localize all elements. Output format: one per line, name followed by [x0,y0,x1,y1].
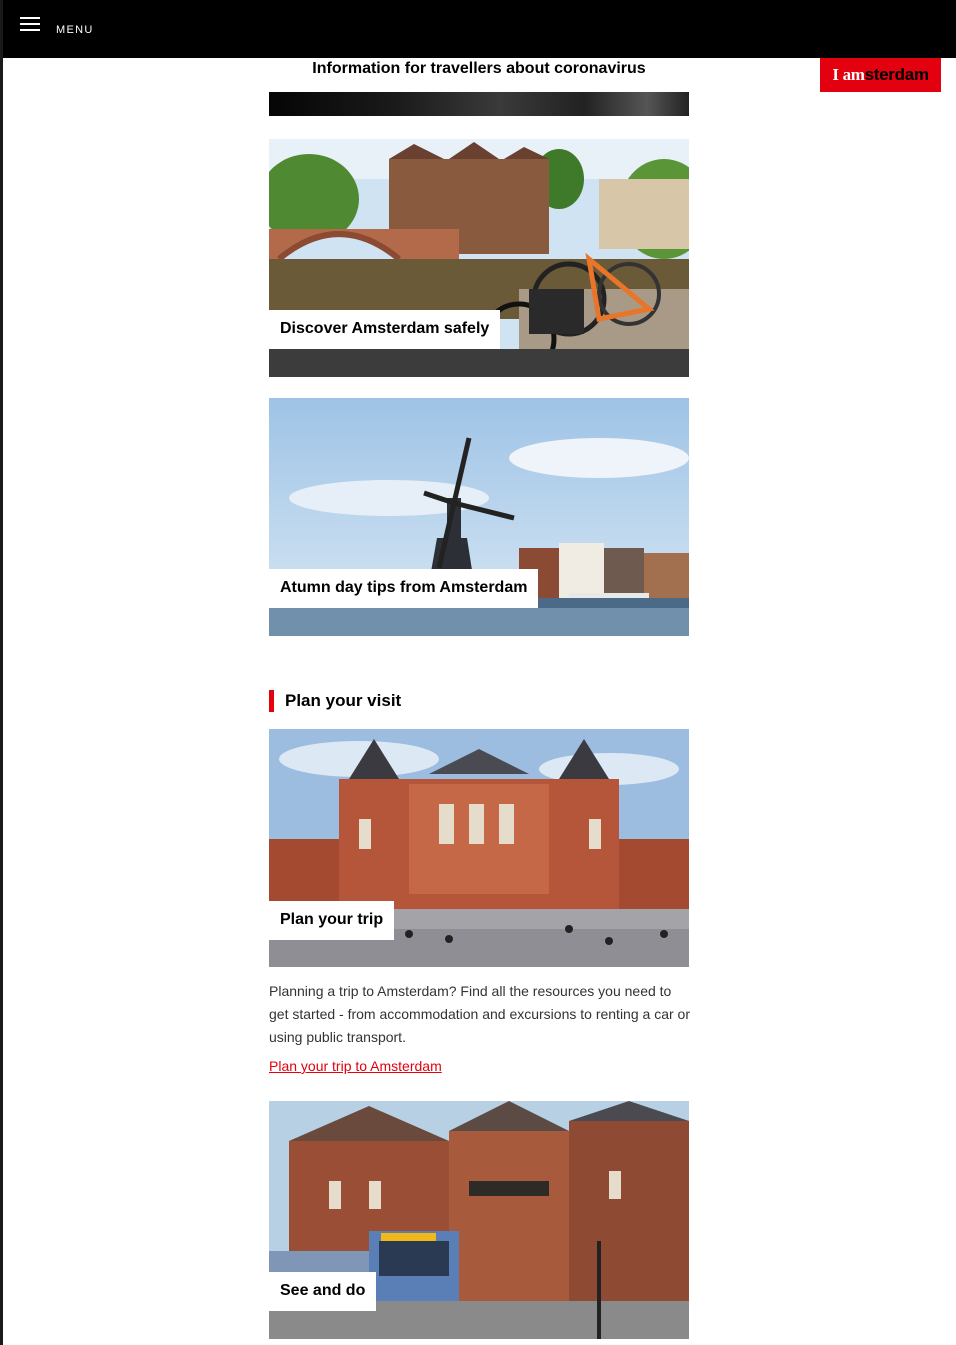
coronavirus-notice[interactable]: Information for travellers about coronav… [269,60,689,78]
logo-suffix: sterdam [864,65,929,84]
plan-trip-link[interactable]: Plan your trip to Amsterdam [269,1058,442,1074]
card-label: Plan your trip [269,901,395,940]
section-title-plan-your-visit: Plan your visit [269,690,401,712]
card-plan-your-trip[interactable]: Plan your trip [269,729,689,967]
plan-trip-description: Planning a trip to Amsterdam? Find all t… [269,983,690,1045]
card-autumn-day-tips[interactable]: Atumn day tips from Amsterdam [269,398,689,636]
menu-label: MENU [56,24,94,36]
card-label: Atumn day tips from Amsterdam [269,569,539,608]
top-navigation-bar: MENU [3,0,956,58]
i-amsterdam-logo[interactable]: I amsterdam [820,58,941,92]
hero-image-strip [269,92,689,116]
window-left-edge [0,0,3,1345]
menu-button[interactable]: MENU [20,16,110,44]
hamburger-icon [20,16,40,34]
card-see-and-do[interactable]: See and do [269,1101,689,1339]
card-label: Discover Amsterdam safely [269,310,501,349]
card-discover-amsterdam-safely[interactable]: Discover Amsterdam safely [269,139,689,377]
card-label: See and do [269,1272,377,1311]
logo-prefix: I am [832,65,865,84]
